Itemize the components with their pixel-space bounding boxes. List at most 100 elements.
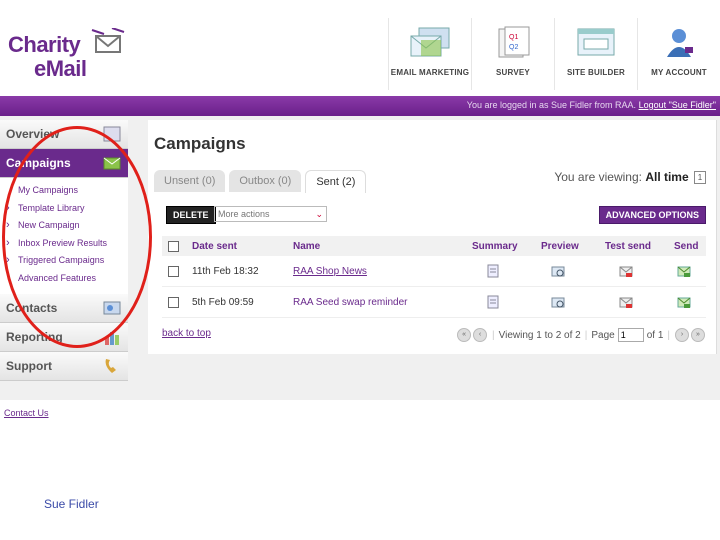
page-title: Campaigns <box>154 134 246 153</box>
login-status: You are logged in as Sue Fidler from RAA… <box>467 100 716 110</box>
submenu-my-campaigns[interactable]: My Campaigns <box>0 182 128 200</box>
table-row: 5th Feb 09:59 RAA Seed swap reminder <box>162 287 706 318</box>
table-footer: back to top « ‹ | Viewing 1 to 2 of 2 | … <box>162 328 706 344</box>
viewing-toggle-button[interactable]: 1 <box>694 171 706 185</box>
campaigns-submenu: My Campaigns Template Library New Campai… <box>0 178 128 294</box>
col-preview: Preview <box>541 240 579 252</box>
submenu-triggered-campaigns[interactable]: Triggered Campaigns <box>0 252 128 270</box>
tab-unsent[interactable]: Unsent (0) <box>154 170 226 192</box>
logout-link[interactable]: Logout "Sue Fidler" <box>639 100 716 110</box>
sidebar-label: Support <box>6 358 52 373</box>
nav-label: SITE BUILDER <box>567 68 625 77</box>
row-date: 11th Feb 18:32 <box>192 265 259 277</box>
sidebar-item-support[interactable]: Support <box>0 351 128 381</box>
preview-icon[interactable] <box>551 295 565 309</box>
table-header: Date sent Name Summary Preview Test send… <box>162 236 706 256</box>
page-label: Page <box>591 329 615 341</box>
svg-text:Q1: Q1 <box>509 34 518 41</box>
login-bar: You are logged in as Sue Fidler from RAA… <box>0 96 720 116</box>
svg-text:Q2: Q2 <box>509 44 518 51</box>
contact-us-link[interactable]: Contact Us <box>4 408 49 418</box>
campaigns-table: Date sent Name Summary Preview Test send… <box>162 236 706 318</box>
chevron-down-icon: ⌄ <box>315 209 323 219</box>
delete-button[interactable]: DELETE <box>166 206 216 224</box>
logo-line2: eMail <box>34 56 87 81</box>
sidebar-label: Overview <box>6 127 60 141</box>
row-checkbox[interactable] <box>168 296 179 308</box>
back-to-top-link[interactable]: back to top <box>162 328 211 339</box>
nav-label: SURVEY <box>496 68 530 77</box>
page-of-label: of 1 <box>646 329 664 341</box>
viewing-count: Viewing 1 to 2 of 2 <box>498 329 581 341</box>
sidebar-item-reporting[interactable]: Reporting <box>0 322 128 352</box>
send-icon[interactable] <box>677 295 691 309</box>
first-page-icon[interactable]: « <box>457 328 472 342</box>
campaigns-panel: Campaigns Unsent (0) Outbox (0) Sent (2)… <box>148 120 717 354</box>
row-date: 5th Feb 09:59 <box>192 296 254 308</box>
sidebar-item-overview[interactable]: Overview <box>0 120 128 149</box>
col-name[interactable]: Name <box>293 236 320 256</box>
test-send-icon[interactable] <box>619 264 633 278</box>
nav-survey[interactable]: Q1 Q2 SURVEY <box>471 18 554 90</box>
col-send: Send <box>674 240 699 252</box>
last-page-icon[interactable]: » <box>691 328 705 342</box>
envelope-logo-icon <box>91 28 125 53</box>
submenu-advanced-features[interactable]: Advanced Features <box>0 270 128 288</box>
sidebar-label: Reporting <box>6 329 63 344</box>
row-checkbox[interactable] <box>168 265 179 277</box>
contacts-icon <box>103 301 121 315</box>
nav-site-builder[interactable]: SITE BUILDER <box>554 18 637 90</box>
sidebar-label: Campaigns <box>6 156 71 170</box>
nav-email-marketing[interactable]: EMAIL MARKETING <box>388 18 471 90</box>
summary-icon[interactable] <box>486 264 500 278</box>
back-to-top-label: back to top <box>162 328 211 339</box>
envelopes-icon <box>410 27 450 57</box>
user-icon <box>667 29 693 57</box>
nav-label: EMAIL MARKETING <box>390 68 470 77</box>
sidebar-label: Contacts <box>6 300 58 315</box>
presenter-name: Sue Fidler <box>44 497 99 511</box>
row-campaign-name[interactable]: RAA Seed swap reminder <box>293 297 408 308</box>
site-builder-icon <box>577 28 615 56</box>
envelope-icon <box>103 157 121 170</box>
pagination: « ‹ | Viewing 1 to 2 of 2 | Page of 1 | … <box>456 328 706 342</box>
overview-icon <box>103 126 121 142</box>
submenu-template-library[interactable]: Template Library <box>0 200 128 218</box>
campaign-tabs: Unsent (0) Outbox (0) Sent (2) <box>154 170 370 193</box>
row-campaign-link[interactable]: RAA Shop News <box>293 266 367 277</box>
send-icon[interactable] <box>677 264 691 278</box>
prev-page-icon[interactable]: ‹ <box>473 328 488 342</box>
more-actions-select[interactable]: More actions ⌄ <box>214 206 327 222</box>
next-page-icon[interactable]: › <box>675 328 689 342</box>
charity-email-logo[interactable]: Charity eMail <box>6 28 126 84</box>
col-date-sent[interactable]: Date sent <box>192 236 237 256</box>
phone-icon <box>105 358 116 373</box>
page-number-input[interactable] <box>617 328 644 342</box>
top-navigation: EMAIL MARKETING Q1 Q2 SURVEY SITE BUILDER… <box>388 18 720 90</box>
tab-outbox[interactable]: Outbox (0) <box>229 170 302 192</box>
actions-toolbar: DELETE More actions ⌄ ADVANCED OPTIONS <box>166 206 706 224</box>
nav-label: MY ACCOUNT <box>651 68 707 77</box>
table-row: 11th Feb 18:32 RAA Shop News <box>162 256 706 287</box>
advanced-options-button[interactable]: ADVANCED OPTIONS <box>598 206 706 224</box>
test-send-icon[interactable] <box>619 295 633 309</box>
submenu-inbox-preview-results[interactable]: Inbox Preview Results <box>0 235 128 253</box>
more-actions-value: More actions <box>218 209 270 219</box>
preview-icon[interactable] <box>551 264 565 278</box>
survey-icon: Q1Q2 <box>498 26 530 58</box>
nav-my-account[interactable]: MY ACCOUNT <box>637 18 720 90</box>
login-text: You are logged in as Sue Fidler from RAA… <box>466 100 637 110</box>
bar-chart-icon <box>105 331 119 345</box>
col-test-send: Test send <box>605 240 651 252</box>
tab-sent[interactable]: Sent (2) <box>305 170 367 193</box>
sidebar-item-contacts[interactable]: Contacts <box>0 293 128 323</box>
logo-line1: Charity <box>8 32 81 57</box>
sidebar: Overview Campaigns My Campaigns Template… <box>0 120 128 381</box>
viewing-label: You are viewing: <box>554 170 642 184</box>
select-all-checkbox[interactable] <box>168 240 179 252</box>
sidebar-item-campaigns[interactable]: Campaigns <box>0 149 128 178</box>
col-summary: Summary <box>472 240 518 252</box>
summary-icon[interactable] <box>486 295 500 309</box>
submenu-new-campaign[interactable]: New Campaign <box>0 217 128 235</box>
viewing-value: All time <box>645 170 689 184</box>
